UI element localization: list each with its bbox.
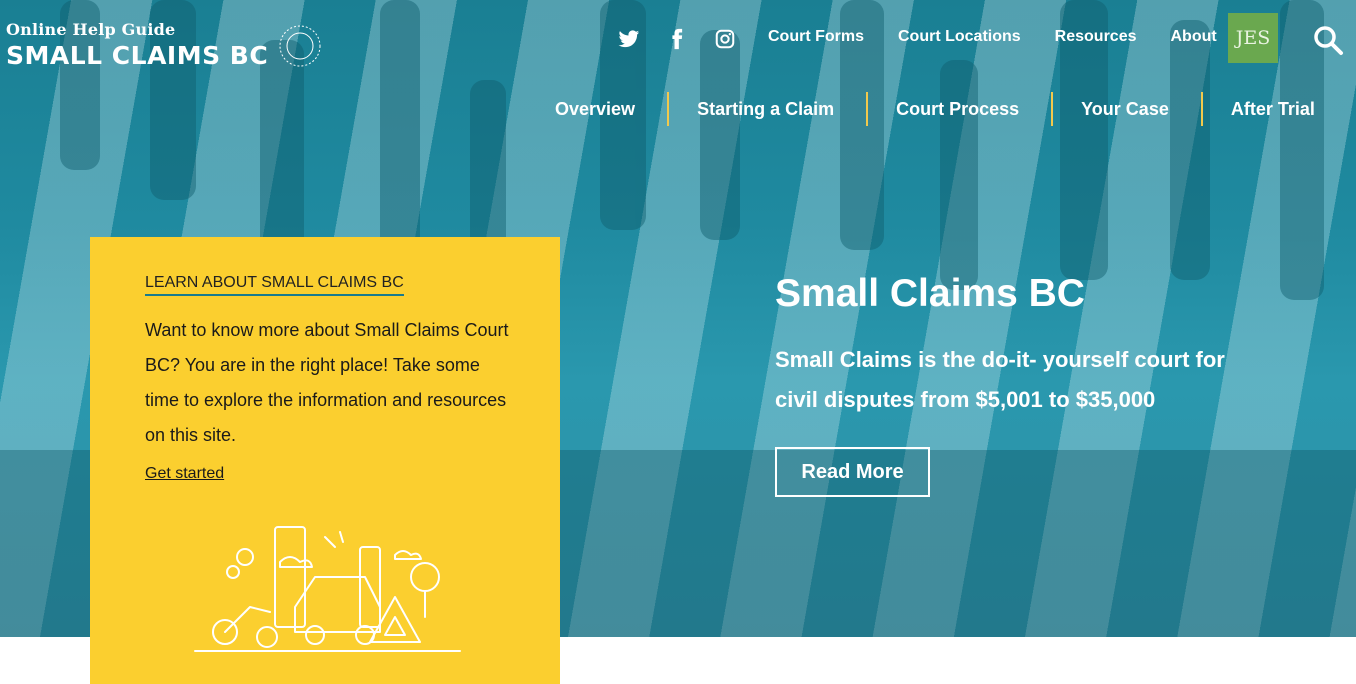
nav-court-forms[interactable]: Court Forms	[768, 28, 864, 46]
info-card: LEARN ABOUT SMALL CLAIMS BC Want to know…	[90, 237, 560, 684]
top-navigation: Court Forms Court Locations Resources Ab…	[768, 28, 1217, 46]
get-started-link[interactable]: Get started	[145, 465, 224, 483]
nav-court-locations[interactable]: Court Locations	[898, 28, 1021, 46]
car-accident-illustration-icon	[194, 526, 461, 652]
card-description: Want to know more about Small Claims Cou…	[145, 320, 509, 445]
nav-divider	[1200, 92, 1203, 126]
nav-divider	[667, 92, 670, 126]
nav-about[interactable]: About	[1171, 28, 1217, 46]
hero-subtitle: Small Claims is the do-it- yourself cour…	[775, 347, 1225, 412]
logo-title: SMALL CLAIMS BC	[6, 41, 269, 70]
jes-logo[interactable]: JES	[1228, 13, 1278, 63]
card-label: LEARN ABOUT SMALL CLAIMS BC	[145, 274, 404, 296]
subnav-court-process[interactable]: Court Process	[896, 99, 1019, 120]
read-more-button[interactable]: Read More	[775, 447, 930, 497]
subnav-after-trial[interactable]: After Trial	[1231, 99, 1315, 120]
section-navigation: Overview Starting a Claim Court Process …	[555, 92, 1315, 126]
nav-divider	[1051, 92, 1054, 126]
subnav-your-case[interactable]: Your Case	[1081, 99, 1169, 120]
hero-title: Small Claims BC	[775, 272, 1085, 315]
subnav-starting-a-claim[interactable]: Starting a Claim	[697, 99, 834, 120]
search-icon[interactable]	[1312, 24, 1344, 56]
subnav-overview[interactable]: Overview	[555, 99, 635, 120]
nav-divider	[866, 92, 869, 126]
facebook-icon[interactable]	[666, 28, 688, 50]
nav-resources[interactable]: Resources	[1055, 28, 1137, 46]
twitter-icon[interactable]	[618, 28, 640, 50]
site-logo[interactable]: Online Help Guide SMALL CLAIMS BC	[6, 20, 321, 70]
seal-icon	[279, 25, 321, 67]
social-links	[618, 28, 736, 50]
instagram-icon[interactable]	[714, 28, 736, 50]
logo-tagline: Online Help Guide	[6, 20, 176, 39]
